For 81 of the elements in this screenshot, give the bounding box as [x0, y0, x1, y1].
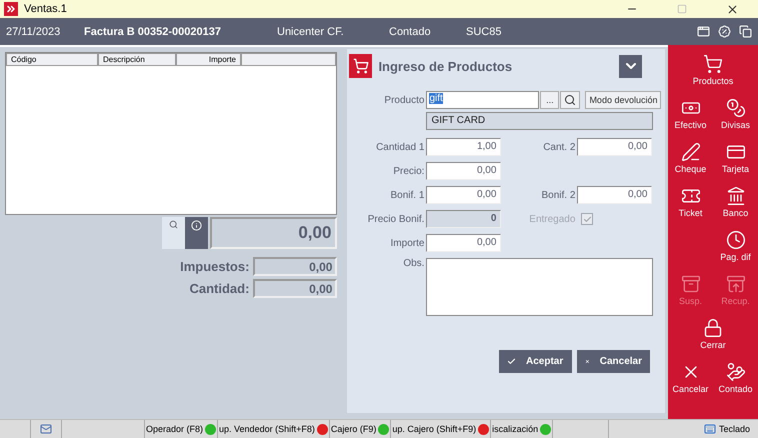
- action-button[interactable]: Cerrar: [668, 315, 758, 353]
- window-title: Ventas.1: [24, 3, 68, 15]
- lock-icon: [703, 318, 723, 338]
- column-header[interactable]: Descripción: [98, 53, 176, 66]
- client-name: Unicenter CF.: [277, 26, 345, 38]
- coins-icon: [726, 98, 746, 118]
- product-description: GIFT CARD: [426, 112, 654, 130]
- action-button[interactable]: Efectivo: [668, 95, 713, 133]
- archive-icon: [680, 274, 700, 294]
- action-button[interactable]: Banco: [713, 183, 758, 221]
- status-indicator[interactable]: iscalización: [492, 424, 538, 434]
- archive-up-icon: [726, 274, 746, 294]
- window-icon[interactable]: [697, 25, 710, 38]
- number-field[interactable]: 0,00: [426, 234, 502, 252]
- number-field[interactable]: 0,00: [426, 162, 502, 180]
- search-button[interactable]: [560, 91, 580, 109]
- field-label: Importe: [390, 238, 426, 248]
- field-label: Precio Bonif.: [366, 214, 426, 224]
- panel-title: Ingreso de Productos: [378, 58, 514, 74]
- status-indicator[interactable]: Cajero (F9): [330, 424, 376, 434]
- number-field[interactable]: 0,00: [426, 186, 502, 204]
- search-icon: [564, 94, 576, 106]
- bank-icon: [726, 186, 746, 206]
- taxes-value: 0,00: [253, 257, 338, 276]
- cancel-button[interactable]: Cancelar: [577, 350, 650, 373]
- action-button[interactable]: Pag. dif: [713, 227, 758, 265]
- status-indicator[interactable]: up. Vendedor (Shift+F8): [219, 424, 315, 434]
- product-field[interactable]: gift: [426, 91, 540, 109]
- action-button[interactable]: Ticket: [668, 183, 713, 221]
- total-amount: 0,00: [210, 217, 338, 249]
- taxes-label: Impuestos:: [180, 259, 250, 274]
- field-label: Producto: [383, 94, 426, 106]
- document-number: Factura B 00352-00020137: [84, 26, 222, 38]
- action-button[interactable]: Contado: [713, 359, 758, 397]
- check-icon: [507, 357, 516, 366]
- cart-icon: [349, 54, 372, 78]
- mail-icon[interactable]: [40, 423, 52, 435]
- action-button[interactable]: Productos: [668, 51, 758, 89]
- keyboard-label[interactable]: Teclado: [718, 424, 750, 434]
- status-indicator[interactable]: Operador (F8): [146, 424, 204, 434]
- number-field[interactable]: 0,00: [577, 186, 652, 204]
- browse-button[interactable]: ...: [540, 91, 560, 109]
- branch-code: SUC85: [466, 26, 502, 38]
- cart-icon: [703, 54, 723, 74]
- action-button[interactable]: Divisas: [713, 95, 758, 133]
- search-icon: [169, 220, 178, 229]
- clock-icon: [726, 230, 746, 250]
- pen-icon: [680, 142, 700, 162]
- action-button[interactable]: Cheque: [668, 139, 713, 177]
- copy-icon[interactable]: [739, 25, 752, 38]
- info-button[interactable]: [185, 217, 208, 249]
- app-icon: [4, 2, 18, 16]
- field-label: Precio:: [392, 166, 426, 176]
- field-label: Cant. 2: [542, 142, 576, 152]
- return-mode-button[interactable]: Modo devolución: [585, 91, 662, 109]
- info-icon: [191, 220, 202, 231]
- check-icon: [582, 214, 592, 224]
- percent-icon[interactable]: [718, 25, 731, 38]
- number-field[interactable]: 0,00: [577, 138, 652, 156]
- notes-field[interactable]: [426, 258, 654, 316]
- column-header[interactable]: Código: [6, 53, 98, 66]
- quantity-value: 0,00: [253, 279, 338, 298]
- field-label: Obs.: [402, 258, 426, 269]
- close-icon: [585, 357, 590, 366]
- field-label: Bonif. 2: [540, 190, 576, 200]
- quantity-label: Cantidad:: [189, 281, 250, 296]
- field-label: Bonif. 1: [390, 190, 426, 200]
- accept-button[interactable]: Aceptar: [499, 350, 572, 373]
- date-text: 27/11/2023: [6, 26, 62, 38]
- payment-condition: Contado: [389, 26, 432, 38]
- field-label: Cantidad 1: [375, 142, 426, 152]
- search-button[interactable]: [162, 217, 186, 249]
- checkbox-label: Entregado: [528, 214, 576, 224]
- column-header[interactable]: Importe: [176, 53, 241, 66]
- action-button[interactable]: Tarjeta: [713, 139, 758, 177]
- hand-coins-icon: [726, 362, 746, 382]
- dropdown-button[interactable]: [619, 54, 642, 78]
- status-indicator[interactable]: up. Cajero (Shift+F9): [392, 424, 476, 434]
- keyboard-icon: [704, 423, 716, 435]
- action-button[interactable]: Cancelar: [668, 359, 713, 397]
- number-field[interactable]: 1,00: [426, 138, 502, 156]
